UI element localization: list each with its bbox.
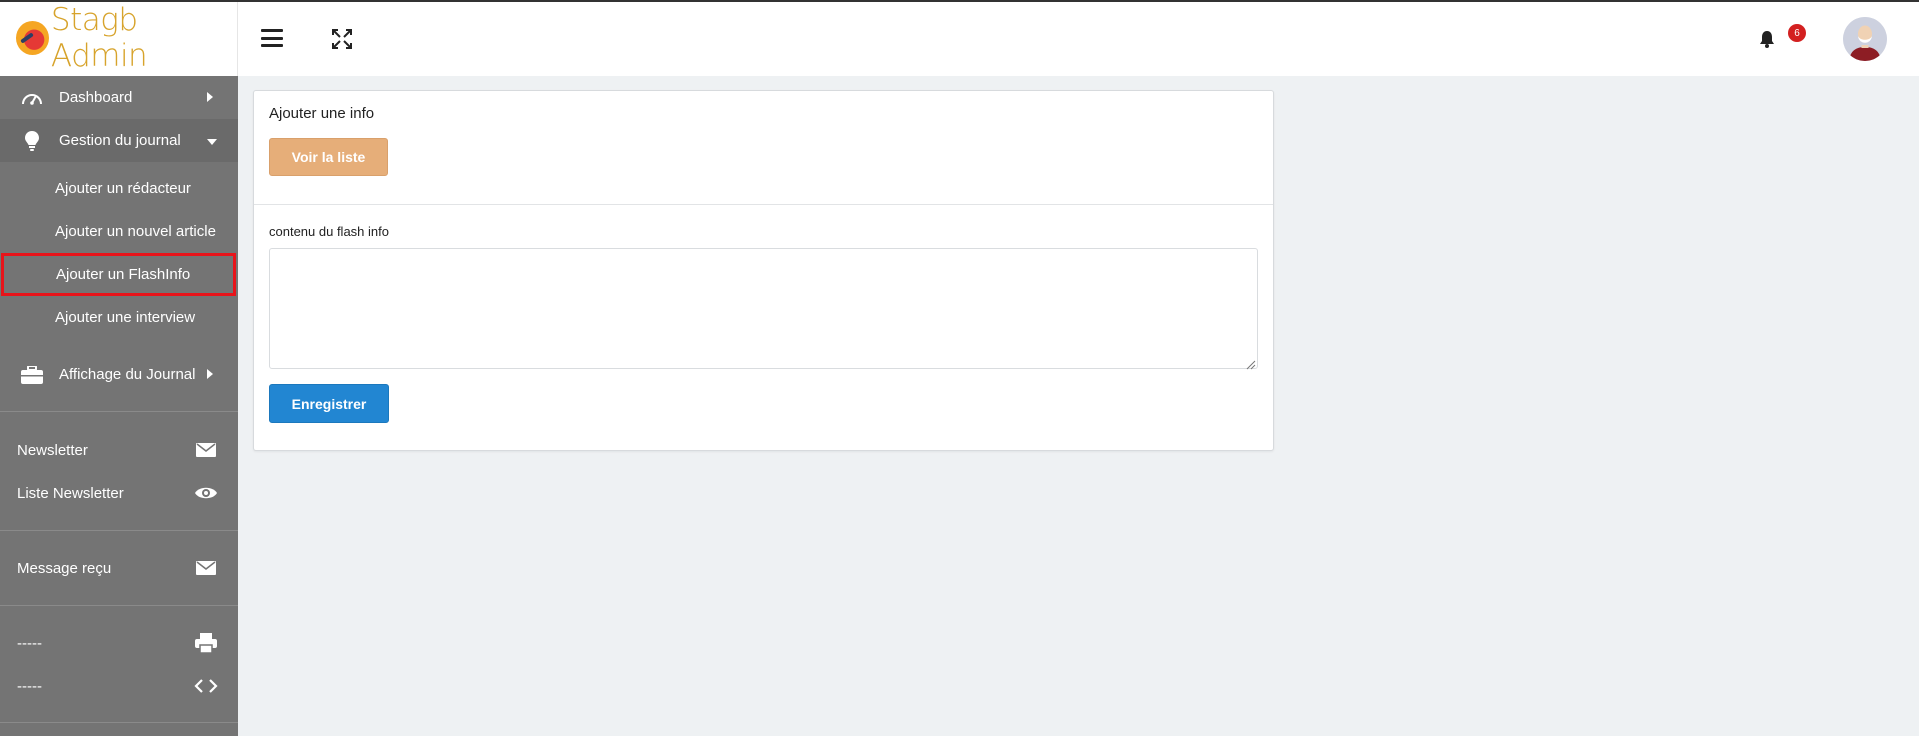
envelope-icon — [194, 440, 218, 460]
sidebar-item-code[interactable]: ----- — [0, 668, 238, 704]
hamburger-icon[interactable] — [261, 29, 283, 47]
flash-info-label: contenu du flash info — [269, 224, 389, 239]
caret-down-icon — [207, 132, 217, 149]
sidebar-divider — [0, 530, 238, 531]
sidebar-item-affichage-journal[interactable]: Affichage du Journal — [0, 353, 238, 396]
submenu-item-ajouter-article[interactable]: Ajouter un nouvel article — [0, 210, 238, 253]
submenu-item-ajouter-redacteur[interactable]: Ajouter un rédacteur — [0, 167, 238, 210]
briefcase-icon — [20, 365, 44, 385]
printer-icon — [194, 633, 218, 653]
sidebar-item-print[interactable]: ----- — [0, 625, 238, 661]
window-top-border — [0, 0, 1919, 2]
notification-badge: 6 — [1788, 24, 1806, 42]
sidebar-item-label: Message reçu — [17, 559, 112, 577]
envelope-icon — [194, 558, 218, 578]
submenu-item-ajouter-interview[interactable]: Ajouter une interview — [0, 296, 238, 339]
sidebar-item-label: Dashboard — [59, 89, 133, 106]
sidebar-divider — [0, 722, 238, 723]
submenu-item-ajouter-flashinfo[interactable]: Ajouter un FlashInfo — [1, 253, 236, 296]
sidebar-item-gestion-journal[interactable]: Gestion du journal — [0, 119, 238, 162]
submenu-item-label: Ajouter un nouvel article — [55, 223, 216, 240]
sidebar-item-label: ----- — [17, 677, 42, 695]
sidebar-item-liste-newsletter[interactable]: Liste Newsletter — [0, 475, 238, 511]
add-info-card: Ajouter une info Voir la liste contenu d… — [253, 90, 1274, 451]
flash-info-textarea[interactable] — [269, 248, 1258, 369]
caret-right-icon — [207, 366, 213, 383]
save-button[interactable]: Enregistrer — [269, 384, 389, 423]
sidebar-divider — [0, 605, 238, 606]
sidebar-item-message-recu[interactable]: Message reçu — [0, 550, 238, 586]
sidebar-item-label: Liste Newsletter — [17, 484, 124, 502]
submenu-item-label: Ajouter une interview — [55, 309, 196, 326]
sidebar-divider — [0, 411, 238, 412]
sidebar-item-newsletter[interactable]: Newsletter — [0, 432, 238, 468]
bell-icon[interactable] — [1759, 30, 1775, 48]
eye-icon — [194, 483, 218, 503]
sidebar: Stagb Admin Dashboard Gestion du journal… — [0, 0, 238, 736]
brand[interactable]: Stagb Admin — [0, 0, 238, 76]
lightbulb-icon — [20, 130, 44, 151]
card-title: Ajouter une info — [269, 105, 375, 122]
rocket-logo-icon — [16, 21, 49, 55]
code-icon — [194, 676, 218, 696]
sidebar-item-dashboard[interactable]: Dashboard — [0, 76, 238, 119]
submenu-item-label: Ajouter un FlashInfo — [56, 266, 191, 283]
sidebar-item-label: Gestion du journal — [59, 132, 181, 149]
top-header: 6 — [238, 2, 1919, 76]
sidebar-item-label: Affichage du Journal — [59, 366, 196, 383]
view-list-button[interactable]: Voir la liste — [269, 138, 388, 176]
speedometer-icon — [20, 88, 44, 108]
caret-right-icon — [207, 89, 213, 106]
brand-name: Stagb Admin — [50, 2, 148, 74]
expand-icon[interactable] — [332, 29, 352, 49]
submenu-item-label: Ajouter un rédacteur — [55, 180, 191, 197]
sidebar-item-label: ----- — [17, 634, 42, 652]
sidebar-item-label: Newsletter — [17, 441, 88, 459]
resize-grip-icon[interactable] — [1246, 357, 1256, 370]
card-divider — [254, 204, 1273, 205]
avatar[interactable] — [1843, 17, 1887, 61]
